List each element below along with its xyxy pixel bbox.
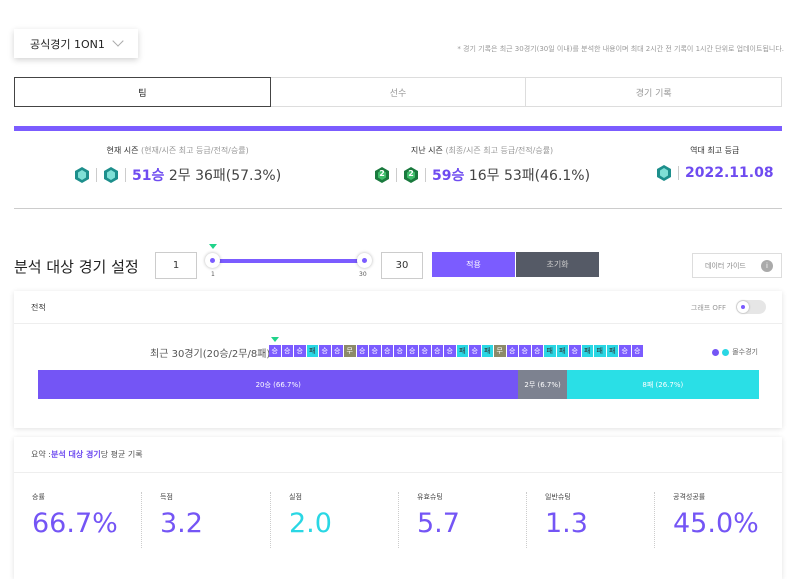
update-notice: * 경기 기록은 최근 30경기(30일 이내)를 분석한 내용이며 최대 2시… — [457, 45, 784, 53]
result-chip[interactable]: 패 — [556, 345, 568, 357]
graph-toggle[interactable] — [736, 300, 766, 314]
win-segment: 20승 (66.7%) — [38, 370, 519, 399]
stat-shots-on-target: 유효슈팅 5.7 — [398, 492, 526, 548]
range-max-input[interactable]: 30 — [381, 252, 423, 279]
result-chip[interactable]: 패 — [481, 345, 493, 357]
slider-marker-icon — [209, 244, 217, 249]
draw-segment: 2무 (6.7%) — [518, 370, 567, 399]
tab-player[interactable]: 선수 — [269, 78, 526, 106]
latest-match-marker-icon — [271, 337, 279, 342]
result-chip[interactable]: 승 — [381, 345, 393, 357]
range-slider-min-handle[interactable] — [205, 253, 220, 268]
season-summary: 현재 시즌 (현재/시즌 최고 등급/전적/승률) 51승 2무 36패(57.… — [14, 131, 782, 209]
summary-stats: 승률 66.7% 득점 3.2 실점 2.0 유효슈팅 5.7 일반슈팅 1.3 공격성공… — [14, 492, 782, 548]
result-chip[interactable]: 승 — [406, 345, 418, 357]
current-season-record: 51승 2무 36패(57.3%) — [132, 168, 282, 184]
result-chip[interactable]: 패 — [306, 345, 318, 357]
previous-season: 지난 시즌 (최종/시즌 최고 등급/전적/승률) 2 2 59승 16무 53… — [374, 145, 590, 185]
result-chip[interactable]: 승 — [531, 345, 543, 357]
result-chip[interactable]: 승 — [369, 345, 381, 357]
stat-goals-against: 실점 2.0 — [270, 492, 398, 548]
result-chip[interactable]: 승 — [469, 345, 481, 357]
tab-match-record[interactable]: 경기 기록 — [525, 78, 781, 106]
tab-team[interactable]: 팀 — [14, 77, 271, 107]
result-ratio-bar: 20승 (66.7%) 2무 (6.7%) 8패 (26.7%) — [38, 370, 759, 399]
info-icon: i — [761, 260, 773, 272]
division-gem-icon: 2 — [374, 167, 390, 183]
reset-button[interactable]: 초기화 — [516, 252, 599, 277]
loss-segment: 8패 (26.7%) — [566, 370, 759, 399]
current-season-sub: (현재/시즌 최고 등급/전적/승률) — [140, 146, 249, 155]
tab-bar: 팀 선수 경기 기록 — [14, 77, 782, 107]
result-chip[interactable]: 승 — [281, 345, 293, 357]
division-gem-icon — [74, 167, 90, 183]
summary-panel: 요약 : 분석 대상 경기 당 평균 기록 승률 66.7% 득점 3.2 실점 2.0… — [14, 437, 782, 579]
current-season: 현재 시즌 (현재/시즌 최고 등급/전적/승률) 51승 2무 36패(57.… — [74, 145, 281, 185]
mode-select[interactable]: 공식경기 1ON1 — [14, 29, 138, 58]
stat-normal-shots: 일반슈팅 1.3 — [526, 492, 654, 548]
result-chip[interactable]: 승 — [619, 345, 631, 357]
best-grade: 역대 최고 등급 2022.11.08 — [656, 145, 774, 181]
analysis-title: 분석 대상 경기 설정 — [14, 258, 139, 276]
stat-win-rate: 승률 66.7% — [32, 493, 118, 539]
previous-season-sub: (최종/시즌 최고 등급/전적/승률) — [445, 146, 554, 155]
legend-forfeit-label: 몰수경기 — [732, 348, 758, 356]
division-gem-icon — [103, 167, 119, 183]
result-chip[interactable]: 승 — [331, 345, 343, 357]
result-chip[interactable]: 승 — [294, 345, 306, 357]
best-grade-label: 역대 최고 등급 — [690, 146, 740, 155]
range-slider-max-handle[interactable] — [357, 253, 372, 268]
result-chip[interactable]: 무 — [494, 345, 506, 357]
result-chip[interactable]: 승 — [431, 345, 443, 357]
result-chip[interactable]: 승 — [519, 345, 531, 357]
range-min-input[interactable]: 1 — [155, 252, 197, 279]
record-panel: 전적 그래프 OFF 최근 30경기(20승/2무/8패) : 승승승패승승무승… — [14, 291, 782, 428]
recent-results: 승승승패승승무승승승승승승승승패승패무승승승패패승패패패승승 — [269, 345, 643, 357]
result-chip[interactable]: 패 — [581, 345, 593, 357]
result-chip[interactable]: 승 — [631, 345, 643, 357]
result-chip[interactable]: 패 — [456, 345, 468, 357]
division-gem-icon — [656, 165, 672, 181]
result-chip[interactable]: 패 — [594, 345, 606, 357]
stat-attack-success: 공격성공률 45.0% — [654, 492, 782, 548]
result-chip[interactable]: 무 — [344, 345, 356, 357]
result-chip[interactable]: 승 — [394, 345, 406, 357]
apply-button[interactable]: 적용 — [432, 252, 515, 277]
division-gem-icon: 2 — [403, 167, 419, 183]
summary-heading: 요약 : 분석 대상 경기 당 평균 기록 — [14, 437, 782, 473]
data-guide-button[interactable]: 데이터 가이드 i — [692, 253, 782, 278]
graph-toggle-label: 그래프 OFF — [690, 304, 726, 312]
best-grade-date: 2022.11.08 — [685, 165, 774, 181]
result-chip[interactable]: 패 — [544, 345, 556, 357]
slider-max-label: 30 — [359, 271, 367, 278]
current-season-label: 현재 시즌 — [106, 146, 139, 155]
chevron-down-icon — [112, 35, 124, 47]
recent-matches-label: 최근 30경기(20승/2무/8패) : — [150, 349, 277, 360]
data-guide-label: 데이터 가이드 — [705, 261, 746, 270]
result-chip[interactable]: 승 — [356, 345, 368, 357]
record-title: 전적 — [31, 302, 46, 312]
result-chip[interactable]: 승 — [269, 345, 281, 357]
mode-select-value: 공식경기 1ON1 — [30, 37, 105, 51]
stat-goals-for: 득점 3.2 — [141, 492, 270, 548]
result-chip[interactable]: 승 — [444, 345, 456, 357]
previous-season-record: 59승 16무 53패(46.1%) — [432, 168, 591, 184]
result-chip[interactable]: 승 — [506, 345, 518, 357]
previous-season-label: 지난 시즌 — [410, 146, 443, 155]
range-slider-track[interactable] — [212, 259, 365, 263]
result-chip[interactable]: 패 — [606, 345, 618, 357]
result-chip[interactable]: 승 — [419, 345, 431, 357]
result-chip[interactable]: 승 — [319, 345, 331, 357]
legend: 몰수경기 — [712, 347, 758, 357]
result-chip[interactable]: 승 — [569, 345, 581, 357]
slider-min-label: 1 — [211, 271, 215, 278]
